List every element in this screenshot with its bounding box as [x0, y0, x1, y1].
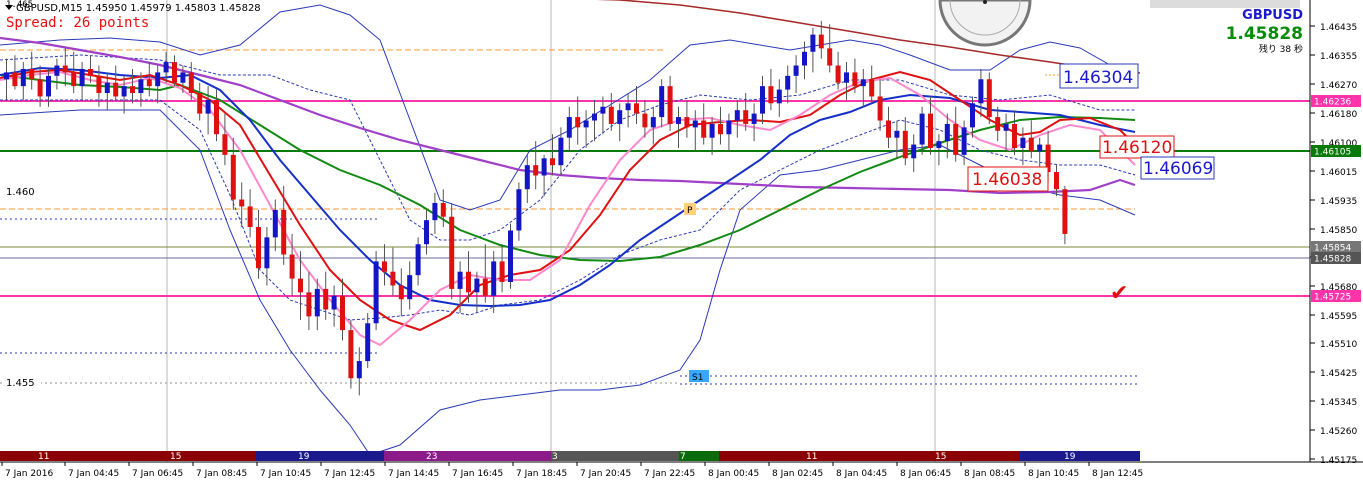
time-tick-label: 8 Jan 08:45: [964, 469, 1015, 479]
session-segment: [1020, 451, 1140, 461]
session-label: 11: [38, 452, 49, 462]
price-tick-label: 1.46355: [1320, 52, 1357, 62]
time-tick-label: 8 Jan 06:45: [900, 469, 951, 479]
price-chart[interactable]: 1.464351.463551.462701.461801.461001.460…: [0, 0, 1363, 485]
high-annotation: 1.46304: [1063, 68, 1133, 88]
price-tick-label: 1.45260: [1320, 427, 1357, 437]
low-annotation: 1.46038: [972, 170, 1042, 190]
top-bar-widget: [1150, 0, 1300, 8]
price-marker-label: 1.46236: [1314, 98, 1351, 108]
session-segment: [719, 451, 935, 461]
session-segment: [128, 451, 256, 461]
session-label: 15: [935, 452, 946, 462]
session-label: 23: [426, 452, 437, 462]
session-label: 19: [1064, 452, 1076, 462]
time-tick-label: 8 Jan 04:45: [836, 469, 887, 479]
session-label: 7: [680, 452, 686, 462]
time-tick-label: 7 Jan 18:45: [516, 469, 567, 479]
price-tick-label: 1.45175: [1320, 456, 1357, 466]
candle: [508, 223, 513, 289]
s1-label: S1: [692, 373, 703, 383]
time-tick-label: 8 Jan 00:45: [708, 469, 759, 479]
time-tick-label: 7 Jan 22:45: [644, 469, 695, 479]
time-tick-label: 7 Jan 14:45: [388, 469, 439, 479]
session-segment: [0, 451, 128, 461]
check-mark-icon: ✔: [1110, 281, 1128, 306]
price-tick-label: 1.46180: [1320, 110, 1357, 120]
price-tick-label: 1.45595: [1320, 312, 1357, 322]
session-segment: [384, 451, 551, 461]
time-tick-label: 7 Jan 08:45: [196, 469, 247, 479]
price-marker-label: 1.45725: [1314, 293, 1351, 303]
chart-background: [0, 0, 1363, 485]
clock-center-icon: [983, 0, 987, 4]
time-tick-label: 7 Jan 10:45: [260, 469, 311, 479]
session-label: 3: [552, 452, 558, 462]
price-marker: 1.46236: [1311, 95, 1361, 108]
price-tick-label: 1.46270: [1320, 81, 1357, 91]
price-marker: 1.45854: [1311, 241, 1361, 254]
price-tick-label: 1.45345: [1320, 398, 1357, 408]
price-tick-label: 1.45850: [1320, 226, 1357, 236]
time-tick-label: 7 Jan 20:45: [580, 469, 631, 479]
candle: [348, 319, 354, 389]
pivot-label: P: [687, 206, 693, 216]
price-marker-label: 1.46105: [1314, 148, 1351, 158]
mid-annotation: 1.46120: [1102, 138, 1172, 158]
time-tick-label: 7 Jan 16:45: [452, 469, 503, 479]
symbol-name: GBPUSD: [1242, 8, 1303, 23]
spread-label: Spread: 26 points: [6, 15, 149, 31]
session-segment: [551, 451, 679, 461]
session-bar: 11 15 19 23 3 7 11 15 19: [0, 451, 1140, 462]
symbol-info-line: GBPUSD,M15 1.45950 1.45979 1.45803 1.458…: [16, 3, 261, 14]
time-tick-label: 8 Jan 02:45: [772, 469, 823, 479]
price-tick-label: 1.45935: [1320, 197, 1357, 207]
price-marker: 1.45828: [1311, 252, 1361, 265]
time-tick-label: 7 Jan 04:45: [68, 469, 119, 479]
price-marker: 1.45725: [1311, 290, 1361, 303]
current-annotation: 1.46069: [1143, 159, 1213, 179]
bid-price: 1.45828: [1226, 24, 1303, 44]
time-tick-label: 8 Jan 12:45: [1092, 469, 1143, 479]
candle: [986, 72, 992, 124]
session-label: 19: [298, 452, 310, 462]
price-tick-label: 1.46015: [1320, 168, 1357, 178]
time-tick-label: 7 Jan 06:45: [132, 469, 183, 479]
session-segment: [256, 451, 384, 461]
session-label: 11: [806, 452, 817, 462]
price-marker-label: 1.45828: [1314, 255, 1351, 265]
price-tick-label: 1.46435: [1320, 23, 1357, 33]
session-label: 15: [170, 452, 181, 462]
price-tick-label: 1.45425: [1320, 369, 1357, 379]
symbol-header: GBPUSD,M15 1.45950 1.45979 1.45803 1.458…: [5, 3, 261, 14]
price-tick-label: 1.45510: [1320, 340, 1357, 350]
price-marker: 1.46105: [1311, 145, 1361, 158]
level-label-1460: 1.460: [6, 187, 35, 198]
price-axis: 1.464351.463551.462701.461801.461001.460…: [1309, 0, 1363, 466]
candle: [373, 251, 379, 331]
level-label-1455: 1.455: [6, 378, 35, 389]
time-tick-label: 8 Jan 10:45: [1028, 469, 1079, 479]
remaining-time: 残り 38 秒: [1259, 43, 1303, 55]
candle: [449, 202, 455, 300]
time-tick-label: 7 Jan 2016: [5, 469, 53, 479]
time-tick-label: 7 Jan 12:45: [324, 469, 375, 479]
session-segment: [935, 451, 1020, 461]
